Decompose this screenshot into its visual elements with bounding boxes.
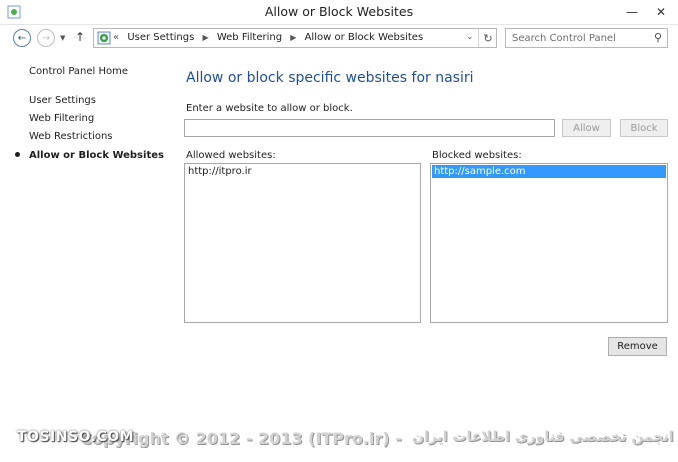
address-bar[interactable]: « User Settings ▶ Web Filtering ▶ Allow … [93,28,497,48]
sidebar-item-allow-block-websites[interactable]: Allow or Block Websites [29,150,164,161]
watermark-persian: انجمن تخصصی فناوری اطلاعات ایران [412,429,674,445]
block-button[interactable]: Block [620,119,668,137]
navigation-bar: ← → ▼ ↑ « User Settings ▶ Web Filtering … [0,27,678,51]
breadcrumb-item-user-settings[interactable]: User Settings [127,32,194,43]
up-arrow-icon[interactable]: ↑ [75,30,85,44]
chevron-down-icon[interactable]: ⌄ [466,32,474,42]
chevron-right-icon[interactable]: ▶ [203,33,209,42]
remove-button[interactable]: Remove [608,337,667,356]
breadcrumb-item-allow-block[interactable]: Allow or Block Websites [305,32,424,43]
list-item[interactable]: http://sample.com [432,165,666,178]
close-button[interactable]: ✕ [650,2,672,22]
forward-icon[interactable]: → [37,29,55,47]
search-input[interactable] [512,30,642,46]
page-title: Allow or block specific websites for nas… [186,70,474,86]
recent-pages-dropdown-icon[interactable]: ▼ [60,34,65,42]
control-panel-icon [97,31,111,45]
allowed-websites-list[interactable]: http://itpro.ir [184,163,421,323]
breadcrumb-item-web-filtering[interactable]: Web Filtering [217,32,282,43]
website-input-label: Enter a website to allow or block. [186,103,353,114]
watermark-site: TOSINSO.COM [17,429,135,445]
back-icon[interactable]: ← [13,29,31,47]
search-box[interactable]: ⚲ [505,28,668,48]
blocked-websites-list[interactable]: http://sample.com [430,163,668,323]
blocked-websites-label: Blocked websites: [432,150,522,161]
allow-button[interactable]: Allow [562,119,611,137]
window-title: Allow or Block Websites [264,4,414,19]
list-item[interactable]: http://itpro.ir [186,165,419,178]
sidebar-item-user-settings[interactable]: User Settings [29,95,96,106]
chevron-right-icon[interactable]: ▶ [290,33,296,42]
breadcrumb-overflow-icon[interactable]: « [113,32,119,43]
title-bar: Allow or Block Websites — ✕ [0,0,678,25]
refresh-icon[interactable]: ↻ [478,29,497,47]
breadcrumb: « User Settings ▶ Web Filtering ▶ Allow … [113,32,423,43]
minimize-button[interactable]: — [621,2,643,22]
website-input[interactable] [184,119,555,137]
watermark: Copyright © 2012 - 2013 (ITPro.ir) - TOS… [0,429,678,449]
current-page-bullet-icon [15,152,20,157]
allowed-websites-label: Allowed websites: [186,150,276,161]
sidebar-item-web-filtering[interactable]: Web Filtering [29,113,94,124]
search-icon[interactable]: ⚲ [654,31,662,44]
sidebar-item-web-restrictions[interactable]: Web Restrictions [29,131,113,142]
control-panel-home-link[interactable]: Control Panel Home [29,66,128,77]
